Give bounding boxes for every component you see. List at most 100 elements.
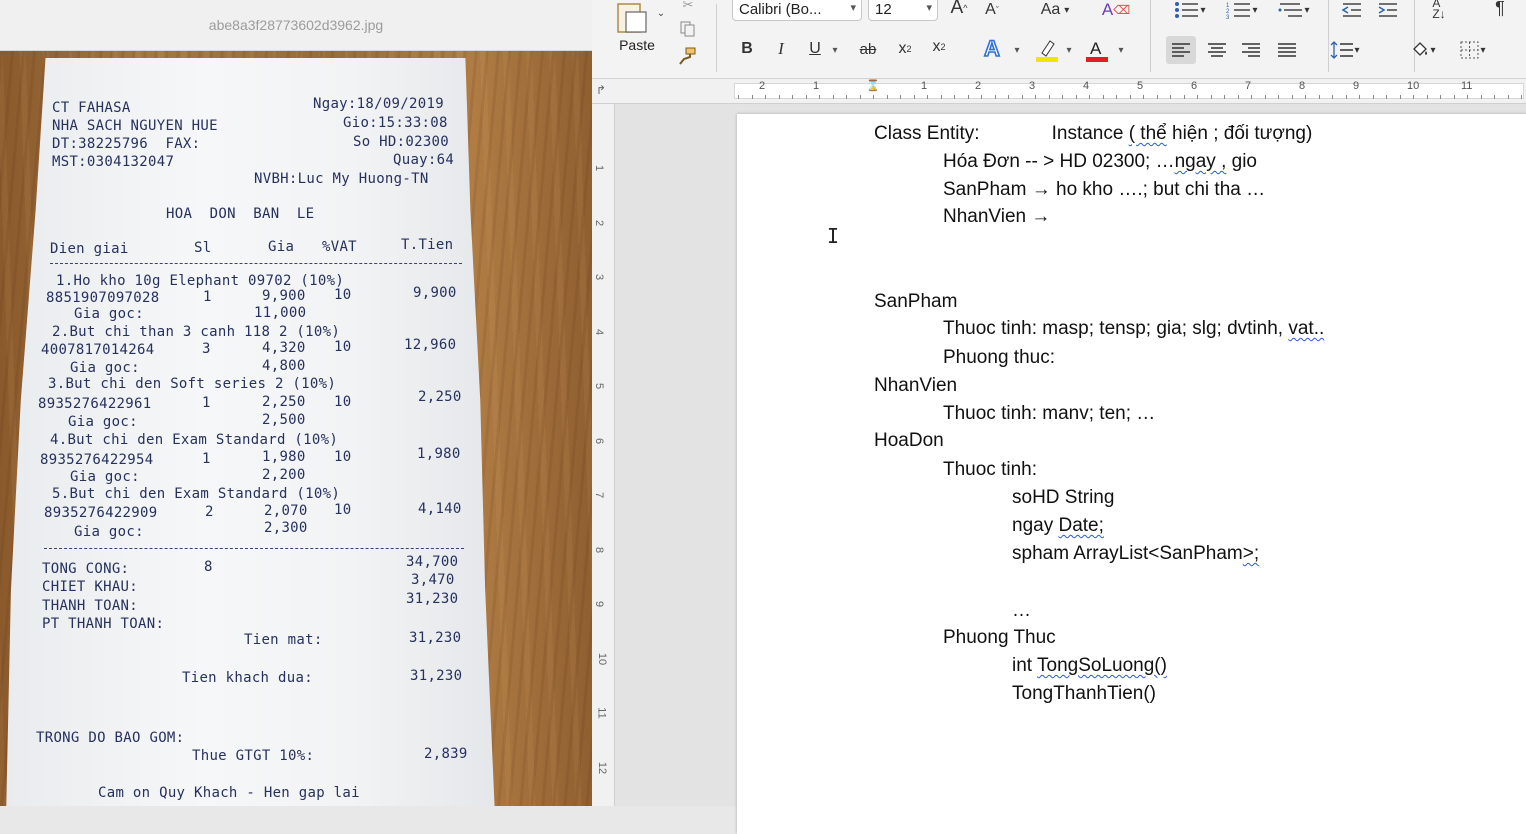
item-total: 1,980 xyxy=(417,446,461,462)
paste-button[interactable] xyxy=(612,2,652,34)
document-line[interactable]: ngay Date; xyxy=(1012,515,1104,537)
increase-indent-button[interactable] xyxy=(1374,0,1402,22)
text-cursor-icon: I xyxy=(827,224,840,248)
item-total: 9,900 xyxy=(413,285,457,301)
document-line[interactable]: NhanVien → xyxy=(943,206,1050,228)
item-total: 12,960 xyxy=(404,337,457,353)
grow-font-button[interactable]: A ^ xyxy=(946,0,972,20)
shrink-font-button[interactable]: Aˇ xyxy=(980,0,1004,22)
item-price: 9,900 xyxy=(262,288,306,304)
line-spacing-button[interactable]: ▾ xyxy=(1324,36,1366,64)
item-orig-label: Gia goc: xyxy=(70,360,140,376)
underline-button[interactable]: U xyxy=(804,38,826,60)
font-color-button[interactable]: A xyxy=(1084,36,1110,64)
viewer-titlebar[interactable]: abe8a3f28773602d3962.jpg xyxy=(0,0,592,51)
item-orig-price: 2,300 xyxy=(264,520,308,536)
superscript-button[interactable]: x2 xyxy=(928,36,950,58)
item-total: 4,140 xyxy=(418,501,462,517)
horizontal-ruler[interactable]: ↱ 2 1 1 2 3 4 5 6 7 8 9 10 11 ⌛ xyxy=(592,79,1526,104)
subscript-button[interactable]: x2 xyxy=(894,38,916,60)
receipt-invoice-no: So HD:02300 xyxy=(353,134,450,150)
italic-button[interactable]: I xyxy=(770,38,792,60)
item-price: 2,250 xyxy=(262,394,306,410)
vertical-ruler-number: 2 xyxy=(593,219,606,226)
ruler-tick xyxy=(765,95,766,99)
align-right-button[interactable] xyxy=(1236,36,1266,64)
document-line[interactable]: spham ArrayList<SanPham>; xyxy=(1012,543,1259,565)
sort-button[interactable]: A Z↓ xyxy=(1424,0,1454,22)
multilevel-list-button[interactable]: ▾ xyxy=(1270,0,1318,22)
paste-options-chevron-icon[interactable]: ⌄ xyxy=(654,6,668,20)
bold-button[interactable]: B xyxy=(736,38,758,60)
ruler-tick xyxy=(1008,95,1009,99)
document-line[interactable]: Thuoc tinh: masp; tensp; gia; slg; dvtin… xyxy=(943,318,1324,340)
ruler-number: 11 xyxy=(1461,80,1473,92)
ruler-tick xyxy=(1305,95,1306,99)
document-line[interactable]: SanPham → ho kho ….; but chi tha … xyxy=(943,179,1265,201)
pay-label: THANH TOAN: xyxy=(42,598,139,614)
copy-icon[interactable] xyxy=(678,20,698,38)
document-canvas[interactable]: Class Entity: Instance ( thể hiện ; đối t… xyxy=(615,104,1526,834)
numbering-button[interactable]: 1 2 3 ▾ xyxy=(1218,0,1266,22)
document-page[interactable]: Class Entity: Instance ( thể hiện ; đối t… xyxy=(737,114,1526,834)
document-line[interactable]: Hóa Đơn -- > HD 02300; …ngay , gio xyxy=(943,151,1257,173)
show-formatting-button[interactable]: ¶ xyxy=(1488,0,1512,20)
ruler-tick xyxy=(1494,95,1495,99)
ruler-tick xyxy=(1224,95,1225,99)
item-code: 8935276422909 xyxy=(44,505,158,521)
shading-button[interactable]: ▾ xyxy=(1402,36,1444,64)
change-case-button[interactable]: Aa ▾ xyxy=(1032,0,1078,22)
spelling-flagged-text[interactable]: >; xyxy=(1243,543,1259,564)
font-size-dropdown[interactable]: 12 ▾ xyxy=(868,0,938,21)
document-line[interactable]: HoaDon xyxy=(874,430,944,452)
vertical-ruler-number: 5 xyxy=(593,382,606,390)
document-line[interactable]: TongThanhTien() xyxy=(1012,683,1156,705)
highlight-button[interactable] xyxy=(1034,36,1060,64)
document-line[interactable]: soHD String xyxy=(1012,487,1114,509)
spelling-flagged-text[interactable]: TongSoLuong() xyxy=(1037,655,1167,676)
cut-icon[interactable]: ✂ xyxy=(678,0,698,12)
ruler-number: 9 xyxy=(1353,80,1360,92)
bullets-button[interactable]: ▾ xyxy=(1166,0,1214,22)
svg-text:3: 3 xyxy=(1226,15,1230,19)
align-center-button[interactable] xyxy=(1202,36,1232,64)
document-line[interactable]: Class Entity: Instance ( thể hiện ; đối t… xyxy=(874,123,1312,145)
spelling-flagged-text[interactable]: ngay , xyxy=(1175,151,1227,172)
ruler-tick xyxy=(954,95,955,99)
strikethrough-button[interactable]: ab xyxy=(856,38,880,60)
highlight-chevron-icon[interactable]: ▾ xyxy=(1062,40,1076,60)
document-line[interactable]: Thuoc tinh: xyxy=(943,459,1037,481)
spelling-flagged-text[interactable]: Date; xyxy=(1058,515,1103,536)
indent-marker-icon[interactable]: ⌛ xyxy=(866,79,880,92)
item-orig-price: 4,800 xyxy=(262,358,306,374)
clear-formatting-icon[interactable]: A ⌫ xyxy=(1102,0,1130,22)
tab-stop-selector-icon[interactable]: ↱ xyxy=(596,83,606,97)
document-line[interactable]: Thuoc tinh: manv; ten; … xyxy=(943,403,1155,425)
align-left-button[interactable] xyxy=(1166,36,1196,64)
included-label: TRONG DO BAO GOM: xyxy=(36,730,185,746)
change-case-icon: Aa xyxy=(1040,1,1061,18)
spelling-flagged-text[interactable]: vat.. xyxy=(1288,318,1324,339)
font-color-chevron-icon[interactable]: ▾ xyxy=(1114,40,1128,60)
document-line[interactable]: Phuong Thuc xyxy=(943,627,1056,649)
format-painter-icon[interactable] xyxy=(676,45,698,67)
document-line[interactable]: … xyxy=(1012,600,1031,622)
borders-button[interactable]: ▾ xyxy=(1452,36,1494,64)
document-line[interactable]: SanPham xyxy=(874,291,957,313)
spelling-flagged-text[interactable]: ( thể xyxy=(1129,123,1167,144)
justify-button[interactable] xyxy=(1272,36,1302,64)
given-value: 31,230 xyxy=(410,668,463,684)
font-name-dropdown[interactable]: Calibri (Bo... ▾ xyxy=(732,0,862,21)
ruler-tick xyxy=(1035,95,1036,99)
text-effects-button[interactable]: A xyxy=(980,35,1004,62)
ruler-number: 2 xyxy=(759,80,766,92)
document-line[interactable]: Phuong thuc: xyxy=(943,347,1055,369)
document-line[interactable]: NhanVien xyxy=(874,375,957,397)
given-label: Tien khach dua: xyxy=(182,670,313,686)
ruler-number: 4 xyxy=(1083,80,1090,92)
underline-options-chevron-icon[interactable]: ▾ xyxy=(828,40,842,60)
paste-label: Paste xyxy=(619,37,655,53)
decrease-indent-button[interactable] xyxy=(1338,0,1366,22)
text-effects-chevron-icon[interactable]: ▾ xyxy=(1010,40,1024,60)
document-line[interactable]: int TongSoLuong() xyxy=(1012,655,1167,677)
